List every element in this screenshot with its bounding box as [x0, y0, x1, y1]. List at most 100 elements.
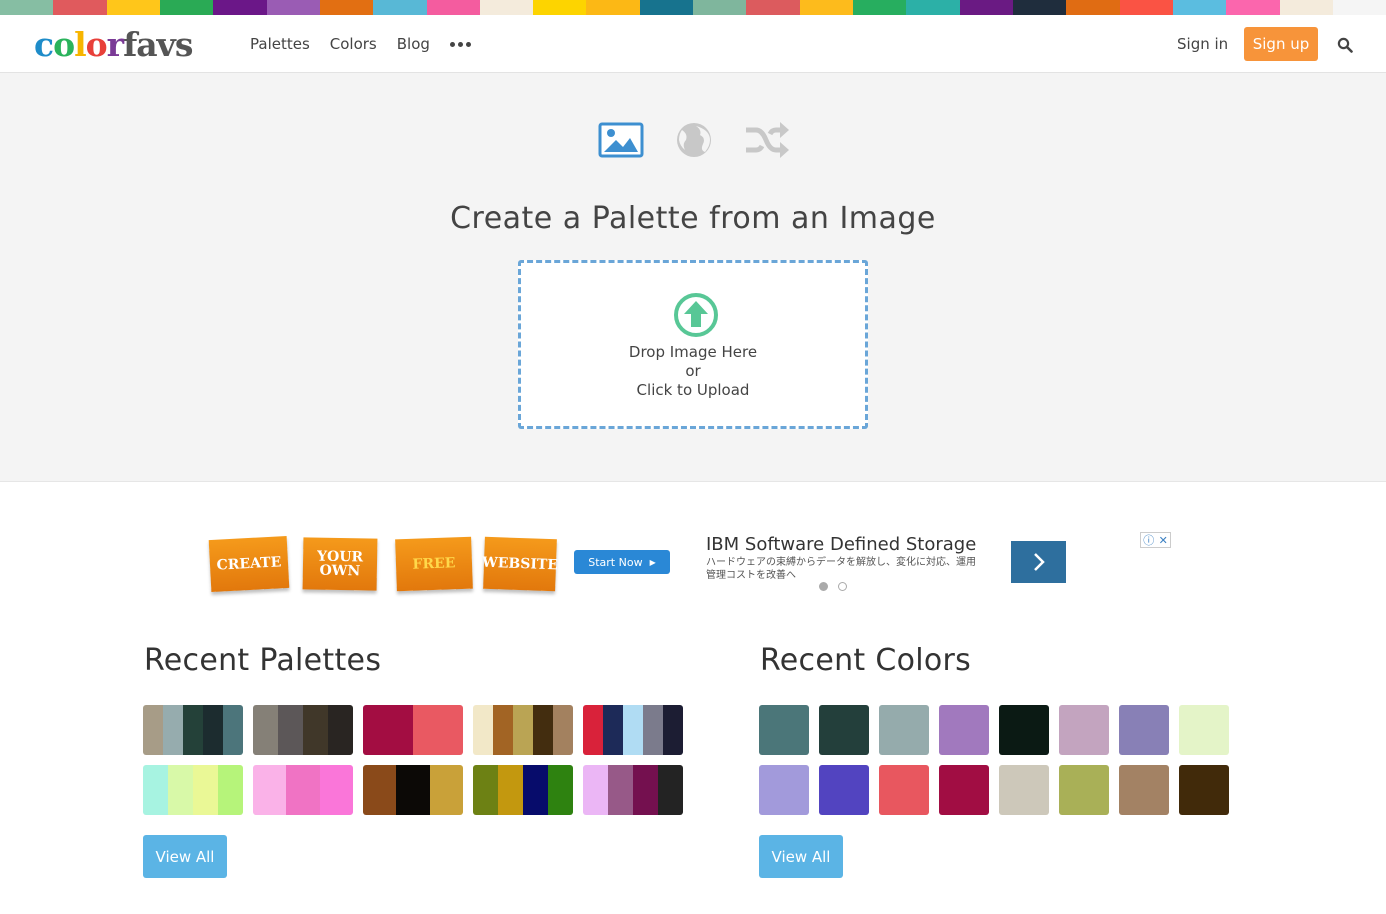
colorfavs-logo[interactable]: colorfavs [34, 25, 193, 65]
stripe-segment [266, 0, 320, 15]
play-triangle-icon: ▶ [649, 557, 656, 567]
image-icon[interactable] [598, 120, 644, 160]
upload-arrow-icon [674, 293, 718, 337]
shuffle-icon[interactable] [744, 120, 790, 160]
palette-color [663, 705, 683, 755]
palette-color [608, 765, 633, 815]
palette-color [218, 765, 243, 815]
logo-letter: v [156, 25, 176, 64]
ad-title[interactable]: IBM Software Defined Storage [706, 534, 976, 555]
carousel-dot-2[interactable] [838, 582, 847, 591]
color-swatch[interactable] [819, 765, 869, 815]
ad-start-now-button[interactable]: Start Now ▶ [574, 550, 670, 574]
nav-blog[interactable]: Blog [397, 35, 430, 53]
ad-next-button[interactable] [1011, 541, 1066, 583]
color-swatch[interactable] [1119, 765, 1169, 815]
stripe-segment [106, 0, 160, 15]
color-swatch[interactable] [759, 765, 809, 815]
palette-color [498, 765, 523, 815]
stripe-segment [639, 0, 694, 15]
palette-swatch[interactable] [143, 765, 243, 815]
palette-color [583, 765, 608, 815]
info-icon[interactable]: ⓘ [1143, 532, 1154, 548]
stripe-segment [1332, 0, 1386, 15]
ad-choices[interactable]: ⓘ ✕ [1140, 532, 1171, 548]
sign-in-link[interactable]: Sign in [1177, 35, 1228, 53]
palette-swatch[interactable] [143, 705, 243, 755]
logo-letter: f [123, 25, 137, 64]
color-swatch[interactable] [939, 765, 989, 815]
color-swatch[interactable] [1179, 765, 1229, 815]
color-swatch[interactable] [1179, 705, 1229, 755]
stripe-segment [213, 0, 267, 15]
palette-color [328, 705, 353, 755]
chevron-right-icon [1033, 553, 1045, 571]
palette-color [413, 705, 463, 755]
color-swatch[interactable] [759, 705, 809, 755]
stripe-segment [319, 0, 374, 15]
palette-color [363, 705, 413, 755]
palette-swatch[interactable] [473, 705, 573, 755]
color-swatch[interactable] [1059, 765, 1109, 815]
palette-color [513, 705, 533, 755]
palette-color [633, 765, 658, 815]
palette-swatch[interactable] [363, 765, 463, 815]
ad-tile-your-own[interactable]: YOUR OWN [302, 537, 378, 591]
color-swatch[interactable] [819, 705, 869, 755]
color-swatch[interactable] [879, 705, 929, 755]
stripe-segment [1172, 0, 1227, 15]
stripe-segment [1012, 0, 1067, 15]
stripe-segment [853, 0, 907, 15]
ad-carousel-dots [819, 582, 847, 591]
color-swatch[interactable] [999, 705, 1049, 755]
ad-tile-free[interactable]: FREE [395, 536, 473, 592]
stripe-segment [1226, 0, 1280, 15]
logo-letter: l [74, 25, 87, 64]
top-color-stripe [0, 0, 1386, 15]
color-swatch[interactable] [939, 705, 989, 755]
ad-tile-create[interactable]: CREATE [208, 535, 290, 593]
stripe-segment [959, 0, 1013, 15]
carousel-dot-1[interactable] [819, 582, 828, 591]
palette-swatch[interactable] [583, 765, 683, 815]
logo-letter: o [85, 25, 108, 64]
palette-color [183, 705, 203, 755]
nav-colors[interactable]: Colors [330, 35, 377, 53]
color-swatch[interactable] [1059, 705, 1109, 755]
search-icon[interactable] [1337, 37, 1353, 53]
image-dropzone[interactable]: Drop Image Here or Click to Upload [518, 260, 868, 429]
palette-color [319, 765, 353, 815]
dropzone-line-1: Drop Image Here [628, 343, 758, 361]
close-icon[interactable]: ✕ [1159, 534, 1168, 547]
palette-swatch[interactable] [253, 765, 353, 815]
view-all-palettes-button[interactable]: View All [143, 835, 227, 878]
palette-color [658, 765, 683, 815]
recent-colors-title: Recent Colors [760, 643, 972, 678]
palette-color [523, 765, 548, 815]
hero-section: Create a Palette from an Image Drop Imag… [0, 73, 1386, 482]
logo-letter: o [53, 25, 75, 64]
palette-color [143, 705, 163, 755]
palette-color [548, 765, 573, 815]
sign-up-button[interactable]: Sign up [1244, 27, 1318, 61]
globe-icon[interactable] [672, 120, 718, 160]
navbar: colorfavs Palettes Colors Blog Sign in S… [0, 15, 1386, 73]
palette-color [643, 705, 663, 755]
color-swatch[interactable] [1119, 705, 1169, 755]
palette-color [253, 765, 287, 815]
stripe-segment [1066, 0, 1120, 15]
nav-palettes[interactable]: Palettes [250, 35, 310, 53]
palette-swatch[interactable] [363, 705, 463, 755]
view-all-colors-button[interactable]: View All [759, 835, 843, 878]
color-swatch[interactable] [999, 765, 1049, 815]
palette-color [623, 705, 643, 755]
color-swatch[interactable] [879, 765, 929, 815]
ad-tile-website[interactable]: WEBSITE [482, 536, 558, 592]
stripe-segment [1279, 0, 1333, 15]
palette-swatch[interactable] [473, 765, 573, 815]
stripe-segment [1119, 0, 1173, 15]
recent-palettes-title: Recent Palettes [144, 643, 382, 678]
ellipsis-icon[interactable] [449, 41, 471, 47]
palette-swatch[interactable] [583, 705, 683, 755]
palette-swatch[interactable] [253, 705, 353, 755]
